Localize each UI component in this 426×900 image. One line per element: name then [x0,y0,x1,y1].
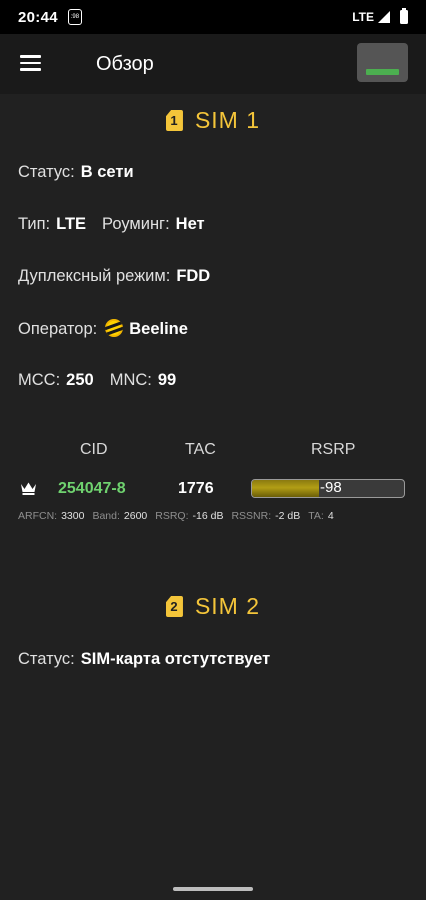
status-label: Статус: [18,163,75,181]
sim-card-icon: 1 [165,110,183,131]
band-label: Band: [92,510,120,522]
page-title: Обзор [96,53,154,75]
operator-value: Beeline [129,320,188,338]
sim2-status-row: Статус: SIM-карта отстутствует [18,650,270,669]
rssnr-label: RSSNR: [231,510,272,522]
sim-card-icon: 2 [165,596,183,617]
gesture-nav-handle[interactable] [173,887,253,891]
rsrp-value: -98 [320,479,342,496]
roaming-value: Нет [175,215,205,233]
battery-icon [400,8,408,24]
duplex-value: FDD [176,267,211,285]
mcc-label: MCC: [18,371,61,389]
cid-value[interactable]: 254047-8 [58,480,126,498]
signal-level-indicator [366,69,399,75]
rssnr-value: -2 dB [275,510,301,522]
notification-icon: :98 [67,9,82,25]
status-right: LTE [352,8,408,24]
sim1-status-row: Статус: В сети [18,163,134,182]
sim1-duplex-row: Дуплексный режим: FDD [18,267,210,286]
signal-icon [378,11,390,23]
arfcn-label: ARFCN: [18,510,58,522]
band-value: 2600 [123,510,148,522]
network-type: LTE [352,10,374,24]
rsrp-bar-fill [252,480,319,497]
sim1-operator-row: Оператор: Beeline [18,319,188,339]
sim1-type-row: Тип: LTE Роуминг: Нет [18,215,205,234]
type-label: Тип: [18,215,51,233]
signal-level-button[interactable] [357,43,408,82]
rsrq-label: RSRQ: [155,510,189,522]
operator-label: Оператор: [18,320,98,338]
sim1-mcc-row: MCC: 250 MNC: 99 [18,371,176,390]
crown-icon [21,482,36,495]
beeline-logo-icon [105,319,124,337]
status-bar: 20:44 :98 LTE [0,0,426,34]
duplex-label: Дуплексный режим: [18,267,171,285]
mnc-label: MNC: [109,371,152,389]
tac-header: TAC [185,441,216,458]
sim2-header: 2 SIM 2 [0,593,426,620]
hamburger-menu-icon[interactable] [20,55,41,71]
cid-header: CID [80,441,108,458]
sim1-header: 1 SIM 1 [0,107,426,134]
sim2-title: SIM 2 [194,593,261,619]
cell-meta-row: ARFCN: 3300 Band: 2600 RSRQ: -16 dB RSSNR: -2 d… [18,510,342,522]
status-value: В сети [80,163,134,181]
status-value: SIM-карта отстутствует [80,650,271,668]
roaming-label: Роуминг: [102,215,170,233]
ta-value: 4 [327,510,334,522]
sim1-title: SIM 1 [194,107,261,133]
rsrq-value: -16 dB [192,510,224,522]
status-time: 20:44 [18,8,58,26]
tac-value: 1776 [178,480,214,497]
arfcn-value: 3300 [61,510,85,522]
ta-label: TA: [308,510,324,522]
mnc-value: 99 [157,371,177,389]
type-value: LTE [56,215,87,233]
mcc-value: 250 [66,371,94,389]
rsrp-header: RSRP [311,441,356,458]
rsrp-bar: -98 [251,479,405,498]
status-label: Статус: [18,650,75,668]
